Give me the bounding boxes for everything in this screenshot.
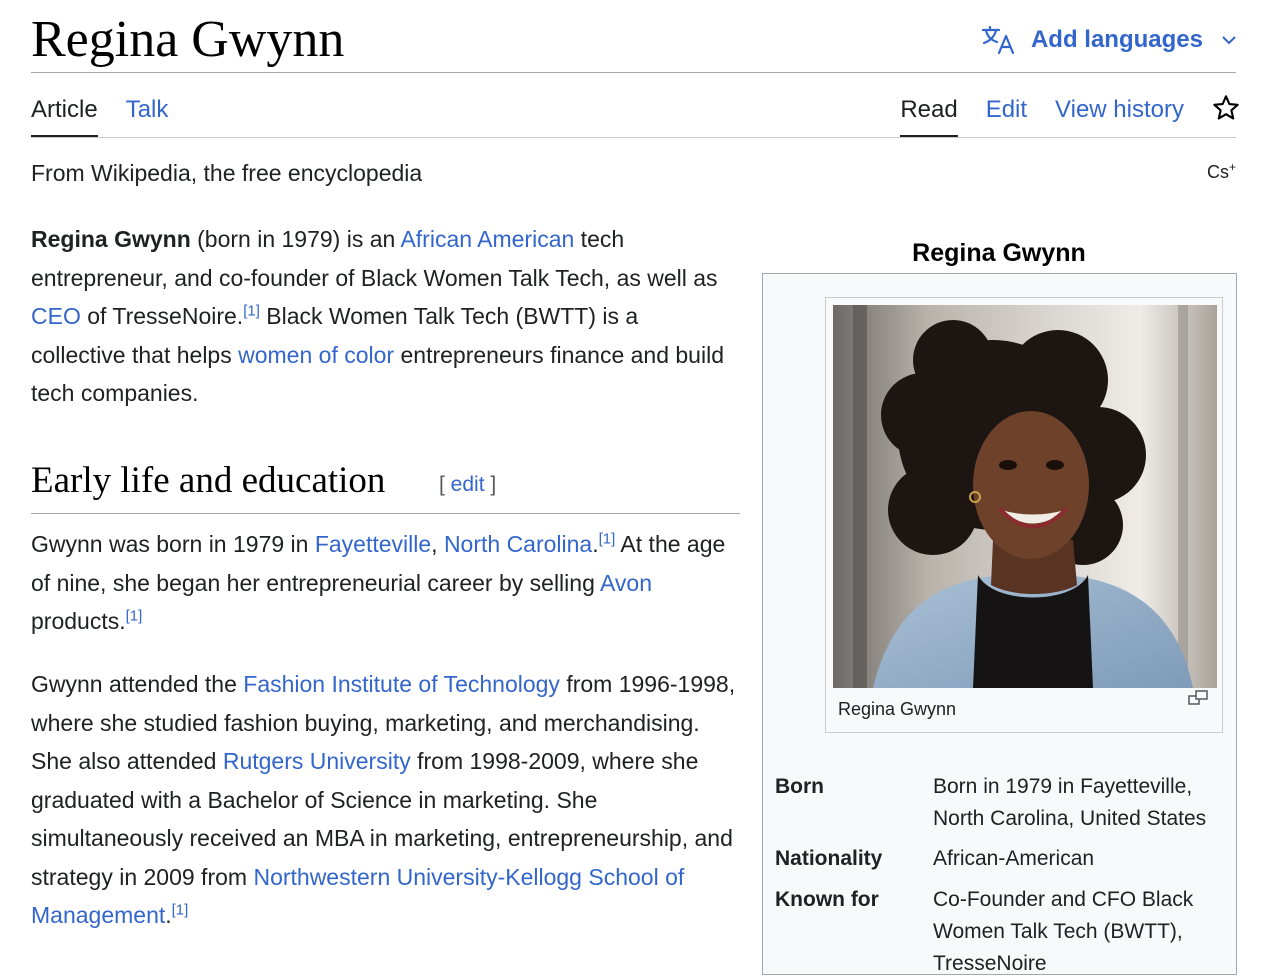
infobox-label: Nationality [775, 847, 883, 870]
infobox-label: Born [775, 775, 824, 798]
edit-bracket-close: ] [484, 473, 497, 496]
link-african-american[interactable]: African American [400, 226, 574, 252]
tab-talk[interactable]: Talk [126, 92, 169, 136]
infobox-label: Known for [775, 888, 879, 911]
p1-text-1: Gwynn was born in 1979 in [31, 531, 315, 557]
p1-text-2: , [431, 531, 444, 557]
edit-section-button[interactable]: edit [451, 473, 485, 496]
infobox-row-nationality: Nationality African-American [775, 843, 1230, 875]
infobox-value: African-American [933, 847, 1095, 870]
namespace-tabs: Article Talk [31, 92, 169, 138]
appearance-toggle[interactable]: Cs+ [1207, 160, 1236, 183]
image-caption: Regina Gwynn [838, 699, 957, 719]
p2-text-1: Gwynn attended the [31, 671, 244, 697]
intro-text-1: (born in 1979) is an [190, 226, 401, 252]
reference-link[interactable]: [1] [243, 302, 260, 319]
link-fayetteville[interactable]: Fayetteville [315, 531, 431, 557]
tabs-divider [31, 137, 1236, 138]
section-edit-link: [ edit ] [439, 473, 496, 497]
link-avon[interactable]: Avon [600, 570, 652, 596]
add-languages-button[interactable]: Add languages [981, 20, 1237, 60]
link-rutgers[interactable]: Rutgers University [223, 748, 411, 774]
early-life-paragraph-1: Gwynn was born in 1979 in Fayetteville, … [31, 525, 736, 641]
infobox-title: Regina Gwynn [912, 239, 1086, 267]
appearance-toggle-label: Cs [1206, 162, 1229, 182]
reference-link[interactable]: [1] [126, 607, 143, 624]
star-icon[interactable] [1212, 94, 1240, 122]
infobox-image-frame: Regina Gwynn [825, 297, 1223, 733]
tab-read[interactable]: Read [900, 92, 959, 138]
link-fashion-institute[interactable]: Fashion Institute of Technology [243, 671, 560, 697]
add-languages-label: Add languages [1030, 26, 1203, 53]
site-tagline: From Wikipedia, the free encyclopedia [31, 160, 423, 186]
link-north-carolina[interactable]: North Carolina [444, 531, 592, 557]
section-heading-early-life: Early life and education [31, 460, 386, 501]
section-divider [31, 513, 740, 514]
page-title: Regina Gwynn [31, 11, 345, 68]
intro-text-3: of TresseNoire. [80, 303, 244, 329]
p1-text-5: products. [31, 608, 126, 634]
portrait-photo[interactable] [833, 305, 1217, 688]
infobox-value: Born in 1979 in Fayetteville, North Caro… [933, 775, 1207, 830]
infobox-row-known-for: Known for Co-Founder and CFO Black Women… [775, 884, 1230, 980]
view-tabs: Read Edit View history [900, 92, 1240, 138]
tab-view-history[interactable]: View history [1055, 92, 1184, 136]
tab-edit[interactable]: Edit [986, 92, 1027, 136]
infobox-row-born: Born Born in 1979 in Fayetteville, North… [775, 771, 1230, 835]
intro-paragraph: Regina Gwynn (born in 1979) is an Africa… [31, 220, 736, 413]
subject-name: Regina Gwynn [31, 226, 191, 252]
tab-article[interactable]: Article [31, 92, 98, 138]
reference-link[interactable]: [1] [599, 530, 616, 547]
link-women-of-color[interactable]: women of color [238, 342, 394, 368]
reference-link[interactable]: [1] [172, 901, 189, 918]
link-ceo[interactable]: CEO [31, 303, 81, 329]
enlarge-icon[interactable] [1188, 690, 1208, 706]
appearance-toggle-sup: + [1228, 160, 1236, 174]
title-divider [31, 72, 1236, 73]
infobox-value: Co-Founder and CFO Black Women Talk Tech… [933, 888, 1194, 975]
infobox: Regina Gwynn Born Born in 1979 in Fayett… [762, 273, 1237, 975]
edit-bracket-open: [ [439, 473, 451, 496]
early-life-paragraph-2: Gwynn attended the Fashion Institute of … [31, 665, 736, 935]
translate-icon [981, 25, 1015, 55]
chevron-down-icon [1222, 36, 1236, 45]
